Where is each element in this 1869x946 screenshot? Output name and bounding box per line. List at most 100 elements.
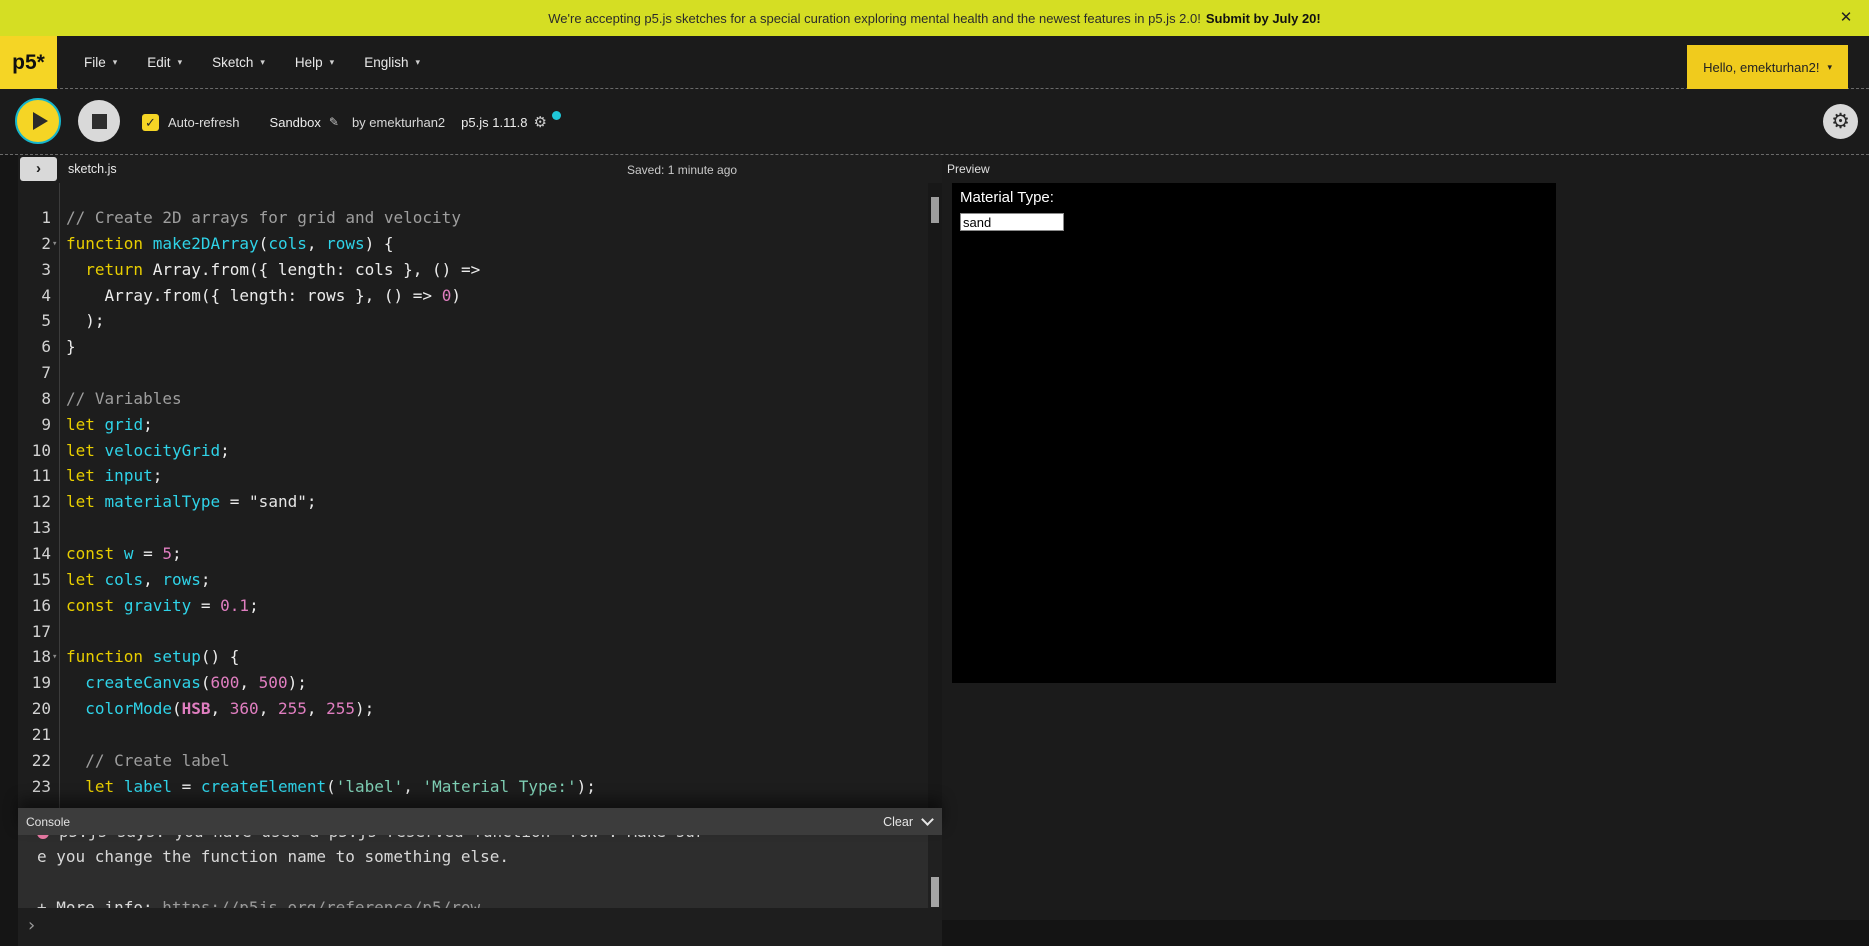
menu-file[interactable]: File▾ <box>69 36 132 88</box>
auto-refresh-checkbox[interactable]: ✓ <box>142 114 159 131</box>
console-scrollbar-thumb[interactable] <box>931 877 939 907</box>
menu-label: Sketch <box>212 55 253 70</box>
console-clear-button[interactable]: Clear <box>883 815 913 829</box>
line-number: 6 <box>18 337 51 356</box>
preview-title: Preview <box>947 162 990 176</box>
user-menu-label: Hello, emekturhan2! <box>1703 60 1819 75</box>
auto-refresh-label: Auto-refresh <box>168 115 240 130</box>
chevron-down-icon: ▾ <box>260 57 265 68</box>
console-row-2 <box>37 870 942 895</box>
line-number: 13 <box>18 518 51 537</box>
material-type-label: Material Type: <box>960 189 1054 206</box>
console-header-actions: Clear <box>883 815 932 829</box>
code-line-17[interactable]: 17 <box>18 622 928 648</box>
console-scrollbar[interactable] <box>928 835 942 908</box>
code-line-21[interactable]: 21 <box>18 725 928 751</box>
code-line-19[interactable]: 19 createCanvas(600, 500); <box>18 673 928 699</box>
code-line-7[interactable]: 7 <box>18 363 928 389</box>
editor-scrollbar-thumb[interactable] <box>931 197 939 223</box>
editor-tab-bar: › sketch.js Saved: 1 minute ago <box>18 155 942 183</box>
console-title: Console <box>26 815 70 829</box>
play-icon <box>33 112 48 130</box>
code-line-8[interactable]: 8// Variables <box>18 389 928 415</box>
code-line-1[interactable]: 1// Create 2D arrays for grid and veloci… <box>18 208 928 234</box>
sketch-canvas[interactable]: Material Type: <box>952 183 1556 683</box>
project-author: by emekturhan2 <box>352 115 445 130</box>
console-prompt-row[interactable]: › <box>18 908 942 946</box>
code-text: colorMode(HSB, 360, 255, 255); <box>66 699 374 718</box>
banner-deadline: Submit by July 20! <box>1206 11 1321 26</box>
menu-help[interactable]: Help▾ <box>280 36 349 88</box>
fold-arrow-icon[interactable]: ▾ <box>52 652 57 662</box>
line-number: 11 <box>18 466 51 485</box>
play-button[interactable] <box>15 98 61 144</box>
code-line-15[interactable]: 15let cols, rows; <box>18 570 928 596</box>
edit-project-name-icon[interactable]: ✎ <box>329 115 339 129</box>
console-output[interactable]: p5.js says: you have used a p5.js reserv… <box>18 835 942 908</box>
line-number: 5 <box>18 311 51 330</box>
menu-english[interactable]: English▾ <box>349 36 435 88</box>
menu-bar: File▾Edit▾Sketch▾Help▾English▾ <box>57 36 435 88</box>
code-line-13[interactable]: 13 <box>18 518 928 544</box>
editor-scrollbar[interactable] <box>928 183 942 808</box>
line-number: 18 <box>18 647 51 666</box>
code-line-6[interactable]: 6} <box>18 337 928 363</box>
line-number: 16 <box>18 596 51 615</box>
code-text: function setup() { <box>66 647 239 666</box>
settings-button[interactable]: ⚙ <box>1823 104 1858 139</box>
line-number: 8 <box>18 389 51 408</box>
top-navbar: p5* File▾Edit▾Sketch▾Help▾English▾ Hello… <box>0 36 1869 89</box>
p5-logo[interactable]: p5* <box>0 36 57 89</box>
code-line-23[interactable]: 23 let label = createElement('label', 'M… <box>18 777 928 803</box>
code-line-10[interactable]: 10let velocityGrid; <box>18 441 928 467</box>
line-number: 17 <box>18 622 51 641</box>
fold-arrow-icon[interactable]: ▾ <box>52 239 57 249</box>
code-text: let velocityGrid; <box>66 441 230 460</box>
code-line-20[interactable]: 20 colorMode(HSB, 360, 255, 255); <box>18 699 928 725</box>
chevron-down-icon: ▾ <box>178 57 183 68</box>
tab-sketch-js[interactable]: sketch.js <box>68 162 117 176</box>
menu-label: Help <box>295 55 323 70</box>
code-line-22[interactable]: 22 // Create label <box>18 751 928 777</box>
user-menu-button[interactable]: Hello, emekturhan2! ▾ <box>1687 45 1848 89</box>
code-editor[interactable]: 1// Create 2D arrays for grid and veloci… <box>18 183 942 808</box>
material-type-input[interactable] <box>960 213 1064 231</box>
menu-sketch[interactable]: Sketch ▾ <box>197 36 280 88</box>
code-line-14[interactable]: 14const w = 5; <box>18 544 928 570</box>
gear-icon: ⚙ <box>1831 111 1850 132</box>
code-line-4[interactable]: 4 Array.from({ length: rows }, () => 0) <box>18 286 928 312</box>
code-line-18[interactable]: 18▾ function setup() { <box>18 647 928 673</box>
sidebar-expand-button[interactable]: › <box>20 157 57 181</box>
banner-text: We're accepting p5.js sketches for a spe… <box>548 11 1201 26</box>
console-reference-link[interactable]: https://p5js.org/reference/p5/row <box>162 898 480 908</box>
console-more-info-prefix: + More info: <box>37 898 162 908</box>
menu-label: English <box>364 55 408 70</box>
version-settings-gear-icon[interactable]: ⚙ <box>533 113 546 131</box>
stop-button[interactable] <box>78 100 120 142</box>
code-line-5[interactable]: 5 ); <box>18 311 928 337</box>
code-line-11[interactable]: 11let input; <box>18 466 928 492</box>
code-lines: 1// Create 2D arrays for grid and veloci… <box>18 208 928 802</box>
code-line-16[interactable]: 16const gravity = 0.1; <box>18 596 928 622</box>
line-number: 2 <box>18 234 51 253</box>
code-text: createCanvas(600, 500); <box>66 673 307 692</box>
menu-edit[interactable]: Edit▾ <box>132 36 197 88</box>
code-line-3[interactable]: 3 return Array.from({ length: cols }, ()… <box>18 260 928 286</box>
code-line-2[interactable]: 2▾function make2DArray(cols, rows) { <box>18 234 928 260</box>
toolbar-center: ✓ Auto-refresh Sandbox ✎ by emekturhan2 … <box>142 89 561 155</box>
console-collapse-icon[interactable] <box>921 813 934 826</box>
code-line-9[interactable]: 9let grid; <box>18 415 928 441</box>
code-text: } <box>66 337 76 356</box>
code-text: let label = createElement('label', 'Mate… <box>66 777 596 796</box>
preview-pane: Preview Material Type: <box>942 155 1869 946</box>
line-number: 23 <box>18 777 51 796</box>
code-line-12[interactable]: 12let materialType = "sand"; <box>18 492 928 518</box>
announcement-banner: We're accepting p5.js sketches for a spe… <box>0 0 1869 36</box>
console-row-0: p5.js says: you have used a p5.js reserv… <box>37 835 942 844</box>
code-text: return Array.from({ length: cols }, () =… <box>66 260 480 279</box>
menu-label: File <box>84 55 106 70</box>
line-number: 12 <box>18 492 51 511</box>
banner-close-icon[interactable]: ✕ <box>1837 9 1855 27</box>
console-row-3: + More info: https://p5js.org/reference/… <box>37 895 942 908</box>
line-number: 15 <box>18 570 51 589</box>
